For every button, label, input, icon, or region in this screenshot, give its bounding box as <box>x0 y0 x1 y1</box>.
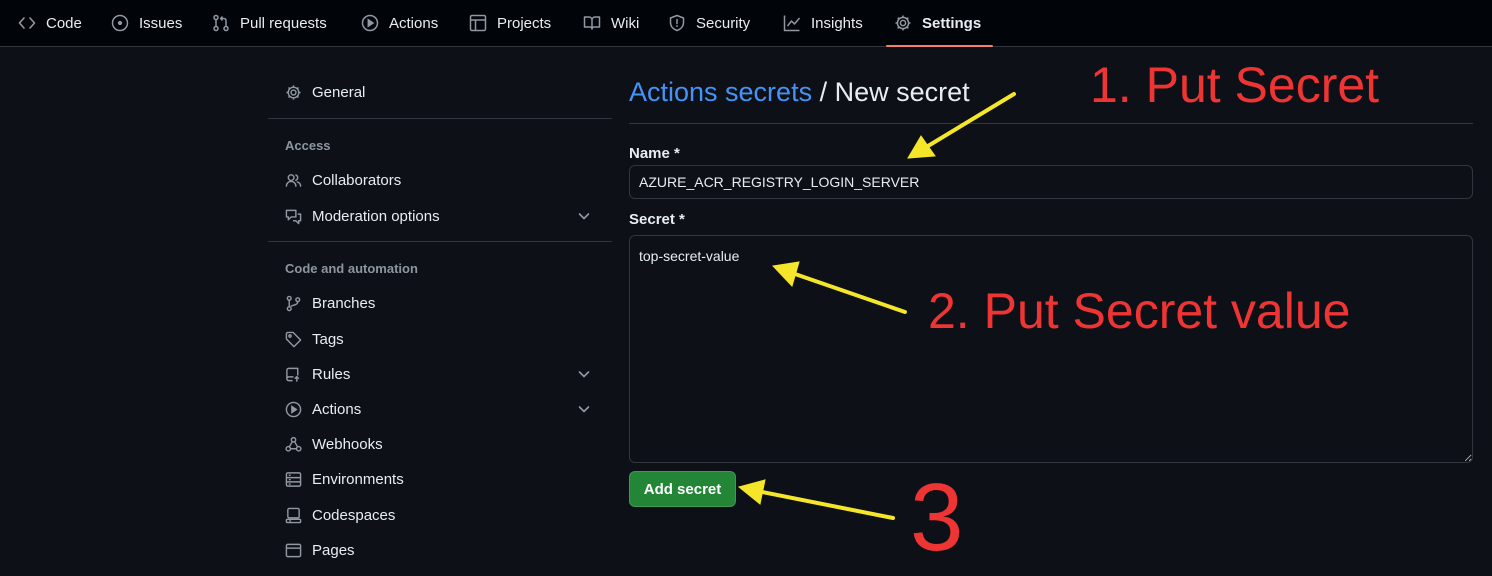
repo-push-icon <box>285 366 302 383</box>
sidebar-item-label: Webhooks <box>312 435 383 453</box>
tab-settings[interactable]: Settings <box>885 0 994 47</box>
sidebar-item-label: Tags <box>312 330 344 348</box>
arrow-3-head <box>737 479 766 505</box>
gear-icon <box>285 84 302 101</box>
codespaces-icon <box>285 507 302 524</box>
breadcrumb-current: / New secret <box>812 77 970 107</box>
add-secret-button[interactable]: Add secret <box>629 471 736 507</box>
tab-pull-requests-label: Pull requests <box>240 14 327 32</box>
sidebar-item-branches[interactable]: Branches <box>268 287 612 319</box>
sidebar-item-webhooks[interactable]: Webhooks <box>268 428 612 460</box>
sidebar-divider <box>268 241 612 242</box>
sidebar-item-label: Collaborators <box>312 171 402 189</box>
chevron-down-icon[interactable] <box>576 401 592 417</box>
browser-icon <box>285 542 302 559</box>
book-icon <box>583 14 601 32</box>
tab-insights-label: Insights <box>811 14 863 32</box>
sidebar-item-label: Codespaces <box>312 506 396 524</box>
tab-issues-label: Issues <box>139 14 183 32</box>
annotation-step-1: 1. Put Secret <box>1090 57 1380 113</box>
sidebar-item-moderation-options[interactable]: Moderation options <box>268 200 612 232</box>
sidebar-item-environments[interactable]: Environments <box>268 463 612 495</box>
shield-icon <box>668 14 686 32</box>
sidebar-item-label: Rules <box>312 365 351 383</box>
tab-actions-label: Actions <box>389 14 439 32</box>
sidebar-item-label: Pages <box>312 541 355 559</box>
sidebar-item-rules[interactable]: Rules <box>268 358 612 390</box>
tab-pull-requests[interactable]: Pull requests <box>212 0 327 46</box>
sidebar-divider <box>268 118 612 119</box>
sidebar-item-tags[interactable]: Tags <box>268 323 612 355</box>
name-field-label: Name * <box>629 145 680 162</box>
table-icon <box>469 14 487 32</box>
tab-code[interactable]: Code <box>18 0 82 46</box>
people-icon <box>285 172 302 189</box>
issue-icon <box>111 14 129 32</box>
chevron-down-icon[interactable] <box>576 366 592 382</box>
arrow-3-shaft <box>760 490 895 520</box>
tab-settings-label: Settings <box>922 14 982 32</box>
secret-name-input[interactable] <box>629 165 1473 199</box>
tab-security[interactable]: Security <box>668 0 750 46</box>
sidebar-item-actions[interactable]: Actions <box>268 393 612 425</box>
tab-projects-label: Projects <box>497 14 552 32</box>
tab-wiki-label: Wiki <box>611 14 640 32</box>
webhook-icon <box>285 436 302 453</box>
pull-request-icon <box>212 14 230 32</box>
chevron-down-icon[interactable] <box>576 208 592 224</box>
sidebar-item-label: General <box>312 83 366 101</box>
play-icon <box>361 14 379 32</box>
tab-security-label: Security <box>696 14 751 32</box>
play-icon <box>285 401 302 418</box>
title-divider <box>629 123 1473 124</box>
sidebar-heading-access: Access <box>285 138 331 153</box>
page-title: Actions secrets / New secret <box>629 77 970 108</box>
sidebar-item-codespaces[interactable]: Codespaces <box>268 499 612 531</box>
tab-issues[interactable]: Issues <box>111 0 182 46</box>
tab-wiki[interactable]: Wiki <box>583 0 639 46</box>
comment-discussion-icon <box>285 208 302 225</box>
annotation-step-2: 2. Put Secret value <box>928 283 1351 339</box>
arrow-1-head <box>907 135 936 159</box>
server-icon <box>285 471 302 488</box>
sidebar-item-pages[interactable]: Pages <box>268 534 612 566</box>
code-icon <box>18 14 36 32</box>
branch-icon <box>285 295 302 312</box>
gear-icon <box>894 14 912 32</box>
sidebar-heading-code-automation: Code and automation <box>285 261 418 276</box>
sidebar-item-label: Environments <box>312 470 404 488</box>
secret-value-textarea[interactable]: top-secret-value <box>629 235 1473 463</box>
sidebar-item-label: Branches <box>312 294 376 312</box>
annotation-step-3: 3 <box>910 464 964 571</box>
tab-code-label: Code <box>46 14 82 32</box>
tab-projects[interactable]: Projects <box>469 0 551 46</box>
repo-nav: Code Issues Pull requests Actions Projec… <box>0 0 1492 47</box>
tab-actions[interactable]: Actions <box>361 0 438 46</box>
sidebar-item-general[interactable]: General <box>268 76 612 108</box>
secret-field-label: Secret * <box>629 211 685 228</box>
sidebar-item-label: Actions <box>312 400 362 418</box>
breadcrumb-actions-secrets-link[interactable]: Actions secrets <box>629 77 812 107</box>
tag-icon <box>285 331 302 348</box>
sidebar-item-collaborators[interactable]: Collaborators <box>268 164 612 196</box>
graph-icon <box>783 14 801 32</box>
tab-insights[interactable]: Insights <box>783 0 863 46</box>
sidebar-item-label: Moderation options <box>312 207 440 225</box>
